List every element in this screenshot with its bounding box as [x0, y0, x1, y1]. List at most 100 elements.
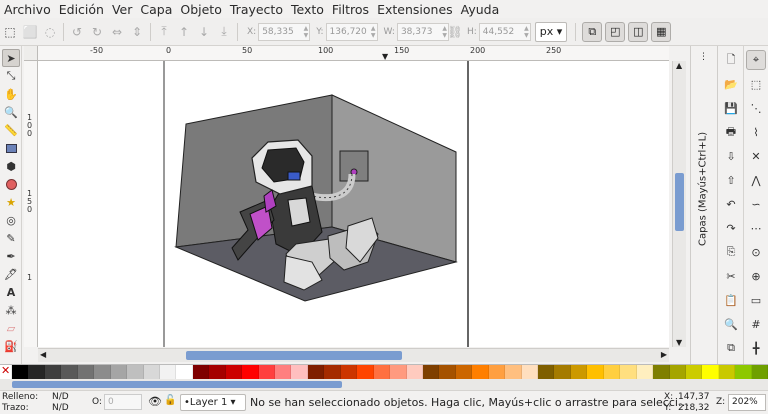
node-tool-icon[interactable]: ⤡ — [2, 67, 20, 85]
spray-tool-icon[interactable]: ⁂ — [2, 301, 20, 319]
snap-rotation-center-icon[interactable]: ⊕ — [746, 266, 766, 286]
opacity-input[interactable]: 0 — [104, 394, 142, 410]
color-swatch[interactable] — [718, 365, 736, 379]
layers-dock-tab[interactable]: Capas (Mayús+Ctrl+L) ⋮ — [690, 46, 718, 364]
color-swatch[interactable] — [275, 365, 292, 379]
vertical-scrollbar[interactable]: ▲ ▼ — [672, 61, 686, 347]
deselect-icon[interactable]: ◌ — [40, 22, 60, 42]
menu-filtros[interactable]: Filtros — [328, 2, 373, 17]
menu-archivo[interactable]: Archivo — [0, 2, 55, 17]
color-swatch[interactable] — [521, 365, 538, 379]
rotate-cw-icon[interactable]: ↻ — [87, 22, 107, 42]
color-swatch[interactable] — [472, 365, 489, 379]
color-swatch[interactable] — [620, 365, 637, 379]
layers-panel-title[interactable]: Capas (Mayús+Ctrl+L) — [696, 66, 710, 246]
color-swatch[interactable] — [636, 365, 654, 379]
scale-corners-icon[interactable]: ◰ — [605, 21, 626, 42]
new-document-icon[interactable]: 🗋 — [721, 50, 741, 70]
color-swatch[interactable] — [110, 365, 128, 379]
lock-proportions-icon[interactable]: ⛓ — [447, 22, 462, 42]
color-swatch[interactable] — [258, 365, 275, 379]
snap-grid-icon[interactable]: # — [746, 314, 766, 334]
pen-tool-icon[interactable]: ✒ — [2, 247, 20, 265]
color-swatch[interactable] — [61, 365, 78, 379]
import-icon[interactable]: ⇩ — [721, 146, 741, 166]
color-swatch[interactable] — [324, 365, 341, 379]
palette-scroll-thumb[interactable] — [12, 381, 342, 388]
pencil-tool-icon[interactable]: ✎ — [2, 229, 20, 247]
save-document-icon[interactable]: 💾 — [721, 98, 741, 118]
color-swatch[interactable] — [77, 365, 95, 379]
ellipse-tool-icon[interactable] — [2, 175, 20, 193]
menu-objeto[interactable]: Objeto — [176, 2, 226, 17]
rotate-ccw-icon[interactable]: ↺ — [67, 22, 87, 42]
menu-trayecto[interactable]: Trayecto — [226, 2, 287, 17]
layer-select[interactable]: •Layer 1 ▾ — [180, 394, 246, 411]
snap-smooth-icon[interactable]: ∽ — [746, 194, 766, 214]
zoom-selection-icon[interactable]: 🔍 — [721, 314, 741, 334]
snap-paths-icon[interactable]: ⌇ — [746, 122, 766, 142]
flip-horizontal-icon[interactable]: ⇔ — [107, 22, 127, 42]
visibility-icon[interactable]: 👁 — [148, 395, 162, 408]
color-swatch[interactable] — [653, 365, 670, 379]
text-tool-icon[interactable]: A — [2, 283, 20, 301]
color-swatch[interactable] — [439, 365, 456, 379]
color-swatch[interactable] — [176, 365, 193, 379]
drawing-canvas[interactable] — [38, 61, 669, 347]
color-swatch[interactable] — [291, 365, 308, 379]
color-swatch[interactable] — [225, 365, 243, 379]
calligraphy-tool-icon[interactable]: 🖋 — [2, 265, 20, 283]
color-swatch[interactable] — [554, 365, 571, 379]
print-icon[interactable]: 🖶 — [721, 122, 741, 142]
select-all-layers-icon[interactable]: ⬜ — [20, 22, 40, 42]
raise-to-top-icon[interactable]: ⤒ — [154, 22, 174, 42]
lower-to-bottom-icon[interactable]: ⤓ — [214, 22, 234, 42]
vertical-ruler[interactable]: 1 0 0 1 5 0 1 — [24, 61, 38, 347]
color-swatch[interactable] — [406, 365, 423, 379]
eraser-tool-icon[interactable]: ▱ — [2, 319, 20, 337]
snap-page-border-icon[interactable]: ▭ — [746, 290, 766, 310]
color-swatch[interactable] — [192, 365, 210, 379]
move-patterns-icon[interactable]: ▦ — [651, 21, 672, 42]
duplicate-icon[interactable]: ⧉ — [721, 338, 741, 358]
redo-icon[interactable]: ↷ — [721, 218, 741, 238]
copy-icon[interactable]: ⎘ — [721, 242, 741, 262]
color-swatch[interactable] — [751, 365, 768, 379]
scale-stroke-icon[interactable]: ⧉ — [582, 21, 603, 42]
zoom-input[interactable]: 202% — [728, 394, 766, 411]
color-swatch[interactable] — [505, 365, 522, 379]
lock-icon[interactable]: 🔓 — [164, 395, 176, 406]
x-input[interactable]: 58,335 ▲ ▼ — [258, 22, 311, 41]
color-swatch[interactable] — [685, 365, 703, 379]
color-swatch[interactable] — [390, 365, 407, 379]
scroll-left-icon[interactable]: ◀ — [40, 350, 46, 359]
color-swatch[interactable] — [159, 365, 177, 379]
color-swatch[interactable] — [357, 365, 374, 379]
palette-scrollbar[interactable] — [0, 379, 768, 390]
scroll-up-icon[interactable]: ▲ — [676, 61, 682, 70]
stroke-value[interactable]: N/D — [52, 403, 69, 413]
menu-capa[interactable]: Capa — [136, 2, 176, 17]
paste-icon[interactable]: 📋 — [721, 290, 741, 310]
w-input[interactable]: 38,373 ▲ ▼ — [396, 22, 449, 41]
color-swatch[interactable] — [455, 365, 473, 379]
color-swatch[interactable] — [669, 365, 686, 379]
color-swatch[interactable] — [209, 365, 226, 379]
y-input[interactable]: 136,720 ▲ ▼ — [325, 22, 378, 41]
menu-edicion[interactable]: Edición — [55, 2, 108, 17]
color-swatch[interactable] — [28, 365, 45, 379]
tweak-tool-icon[interactable]: ✋ — [2, 85, 20, 103]
color-swatch[interactable] — [12, 365, 29, 379]
rectangle-tool-icon[interactable] — [2, 139, 20, 157]
horizontal-ruler[interactable]: -50 0 50 100 150 200 250 ▼ — [38, 46, 669, 61]
color-swatch[interactable] — [143, 365, 160, 379]
zoom-tool-icon[interactable]: 🔍 — [2, 103, 20, 121]
color-swatch[interactable] — [127, 365, 144, 379]
color-swatch[interactable] — [242, 365, 259, 379]
selector-tool-icon[interactable]: ➤ — [2, 49, 20, 67]
color-swatch[interactable] — [570, 365, 588, 379]
scroll-down-icon[interactable]: ▼ — [676, 338, 682, 347]
color-swatch[interactable] — [94, 365, 111, 379]
move-gradients-icon[interactable]: ◫ — [628, 21, 649, 42]
cut-icon[interactable]: ✂ — [721, 266, 741, 286]
